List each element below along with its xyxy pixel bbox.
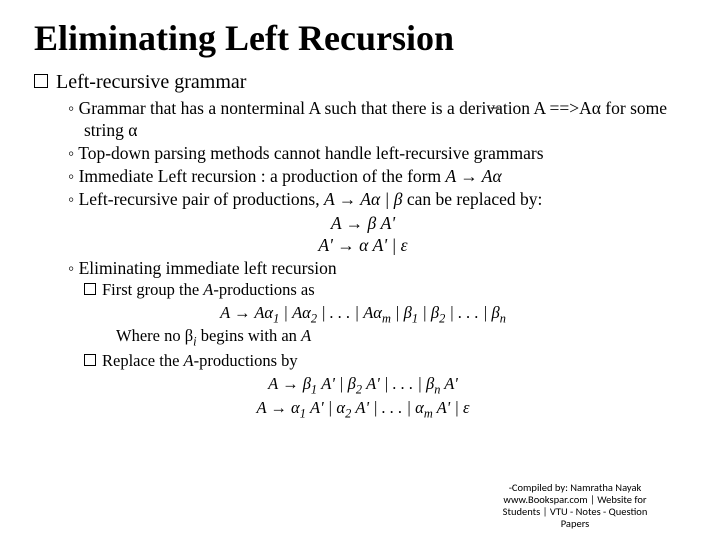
square-bullet-icon [34,74,48,88]
production: A → Aα [445,166,501,186]
text: Replace the [102,351,184,370]
text: Left-recursive pair of productions, [79,189,324,209]
nonterminal: A [301,326,311,345]
production: A → Aα | β [324,189,402,209]
square-bullet-icon [84,354,96,366]
replace-production-1: A → β1 A' | β2 A' | . . . | βn A' [34,373,692,397]
nonterminal: A [203,280,213,299]
formula: A' → α A' | ε [318,235,407,255]
heading-text: Left-recursive grammar [56,71,246,93]
slide-title: Eliminating Left Recursion [34,18,692,59]
step-group-where: Where no βi begins with an A [116,326,692,350]
text: -productions by [194,351,298,370]
bullet-derivation: Grammar that has a nonterminal A such th… [68,98,692,142]
footer: -Compiled by: Namratha Nayak www.Bookspa… [460,482,690,530]
replacement-line-1: A → β A' [34,212,692,234]
text: First group the [102,280,203,299]
replacement-line-2: A' → α A' | ε [34,234,692,256]
bullet-topdown: Top-down parsing methods cannot handle l… [68,143,692,165]
footer-line-4: Papers [460,518,690,530]
text: Where no β [116,326,193,345]
formula: A → β A' [331,213,395,233]
bullet-immediate: Immediate Left recursion : a production … [68,166,692,188]
nonterminal: A [184,351,194,370]
text: begins with an [197,326,302,345]
slide: Eliminating Left Recursion Left-recursiv… [0,0,720,540]
text: can be replaced by: [402,189,542,209]
bullet-pair: Left-recursive pair of productions, A → … [68,189,692,211]
replace-production-2: A → α1 A' | α2 A' | . . . | αm A' | ε [34,397,692,421]
footer-line-1: -Compiled by: Namratha Nayak [460,482,690,494]
group-production: A → Aα1 | Aα2 | . . . | Aαm | β1 | β2 | … [34,302,692,326]
step-replace: Replace the A-productions by [84,351,692,372]
square-bullet-icon [84,283,96,295]
bullet-eliminating: Eliminating immediate left recursion [68,258,692,280]
text: -productions as [213,280,314,299]
heading-left-recursive: Left-recursive grammar [34,71,692,94]
step-group: First group the A-productions as [84,280,692,301]
text: Immediate Left recursion : a production … [79,166,446,186]
